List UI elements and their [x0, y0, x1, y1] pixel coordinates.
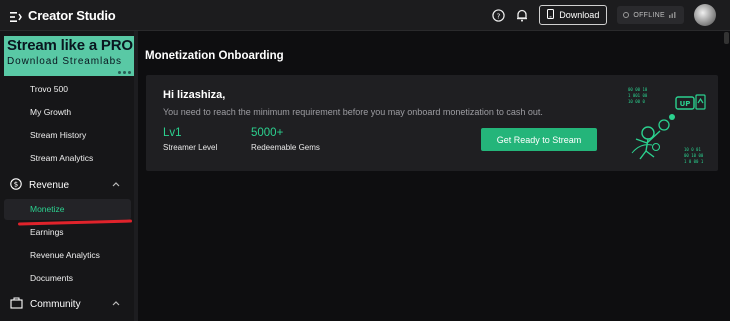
status-dot-icon [623, 12, 630, 18]
status-text: OFFLINE [633, 11, 665, 19]
dollar-circle-icon: $ [10, 178, 22, 193]
sidebar-item-my-growth[interactable]: My Growth [30, 107, 71, 117]
main-scrollbar[interactable] [724, 32, 729, 44]
device-icon [547, 9, 555, 21]
top-bar: Creator Studio ? Download OFFLINE [0, 0, 730, 31]
sidebar-section-community[interactable]: Community [10, 297, 81, 312]
sidebar-item-monetize[interactable]: Monetize [4, 199, 131, 220]
stat-redeemable-gems: 5000+ Redeemable Gems [251, 127, 320, 152]
greeting: Hi lizashiza, [163, 89, 226, 101]
avatar[interactable] [694, 4, 716, 26]
sidebar-item-stream-analytics[interactable]: Stream Analytics [30, 153, 93, 163]
promo-title: Stream like a PRO [7, 37, 133, 54]
community-icon [10, 297, 23, 312]
sidebar-item-earnings[interactable]: Earnings [30, 227, 64, 237]
stat-value: Lv1 [163, 127, 182, 139]
promo-subtitle: Download Streamlabs [7, 56, 122, 67]
download-button[interactable]: Download [539, 5, 608, 25]
top-right-controls: ? Download OFFLINE [491, 4, 716, 26]
requirement-text: You need to reach the minimum requiremen… [163, 107, 543, 117]
binary-text: 00 10 00 [684, 153, 704, 158]
chevron-up-icon[interactable] [112, 298, 120, 308]
illustration-badge: UP [680, 100, 691, 108]
stat-label: Redeemable Gems [251, 143, 320, 152]
download-label: Download [559, 10, 600, 20]
binary-text: 00 00 10 [628, 87, 648, 92]
app-title: Creator Studio [28, 8, 116, 23]
main-content: Monetization Onboarding Hi lizashiza, Yo… [138, 31, 730, 321]
sidebar-section-label: Community [30, 299, 81, 310]
onboarding-card: Hi lizashiza, You need to reach the mini… [146, 75, 718, 171]
annotation-underline [17, 219, 133, 226]
stat-value: 5000+ [251, 127, 284, 139]
stat-label: Streamer Level [163, 143, 218, 152]
sidebar-item-label: Monetize [30, 204, 65, 214]
promo-banner[interactable]: Stream like a PRO Download Streamlabs [4, 36, 134, 76]
svg-text:$: $ [14, 181, 18, 189]
stat-streamer-level: Lv1 Streamer Level [163, 127, 217, 152]
broadcast-status-icon [669, 11, 678, 20]
sidebar-item-trovo-500[interactable]: Trovo 500 [30, 84, 68, 94]
carousel-dots[interactable] [118, 71, 131, 74]
sidebar-item-stream-history[interactable]: Stream History [30, 130, 86, 140]
sidebar-item-revenue-analytics[interactable]: Revenue Analytics [30, 250, 100, 260]
creator-studio-logo-icon [10, 10, 22, 22]
sidebar-section-revenue[interactable]: $ Revenue [10, 178, 69, 193]
binary-text: 10 00 0 [628, 99, 645, 104]
level-up-illustration-icon: 00 00 10 1 001 00 10 00 0 10 0 01 00 10 … [628, 87, 706, 164]
question-circle-icon[interactable]: ? [491, 8, 505, 22]
stream-status-badge[interactable]: OFFLINE [617, 6, 684, 24]
sidebar: Stream like a PRO Download Streamlabs Tr… [0, 31, 138, 321]
binary-text: 10 0 01 [684, 147, 701, 152]
page-title: Monetization Onboarding [145, 50, 284, 62]
get-ready-button[interactable]: Get Ready to Stream [481, 128, 597, 151]
bell-icon[interactable] [515, 8, 529, 22]
binary-text: 1 001 00 [628, 93, 648, 98]
sidebar-item-documents[interactable]: Documents [30, 273, 73, 283]
sidebar-section-label: Revenue [29, 180, 70, 191]
binary-text: 1 0 00 1 [684, 159, 704, 164]
chevron-up-icon[interactable] [112, 179, 120, 189]
svg-text:?: ? [496, 11, 500, 20]
brand[interactable]: Creator Studio [10, 8, 116, 23]
